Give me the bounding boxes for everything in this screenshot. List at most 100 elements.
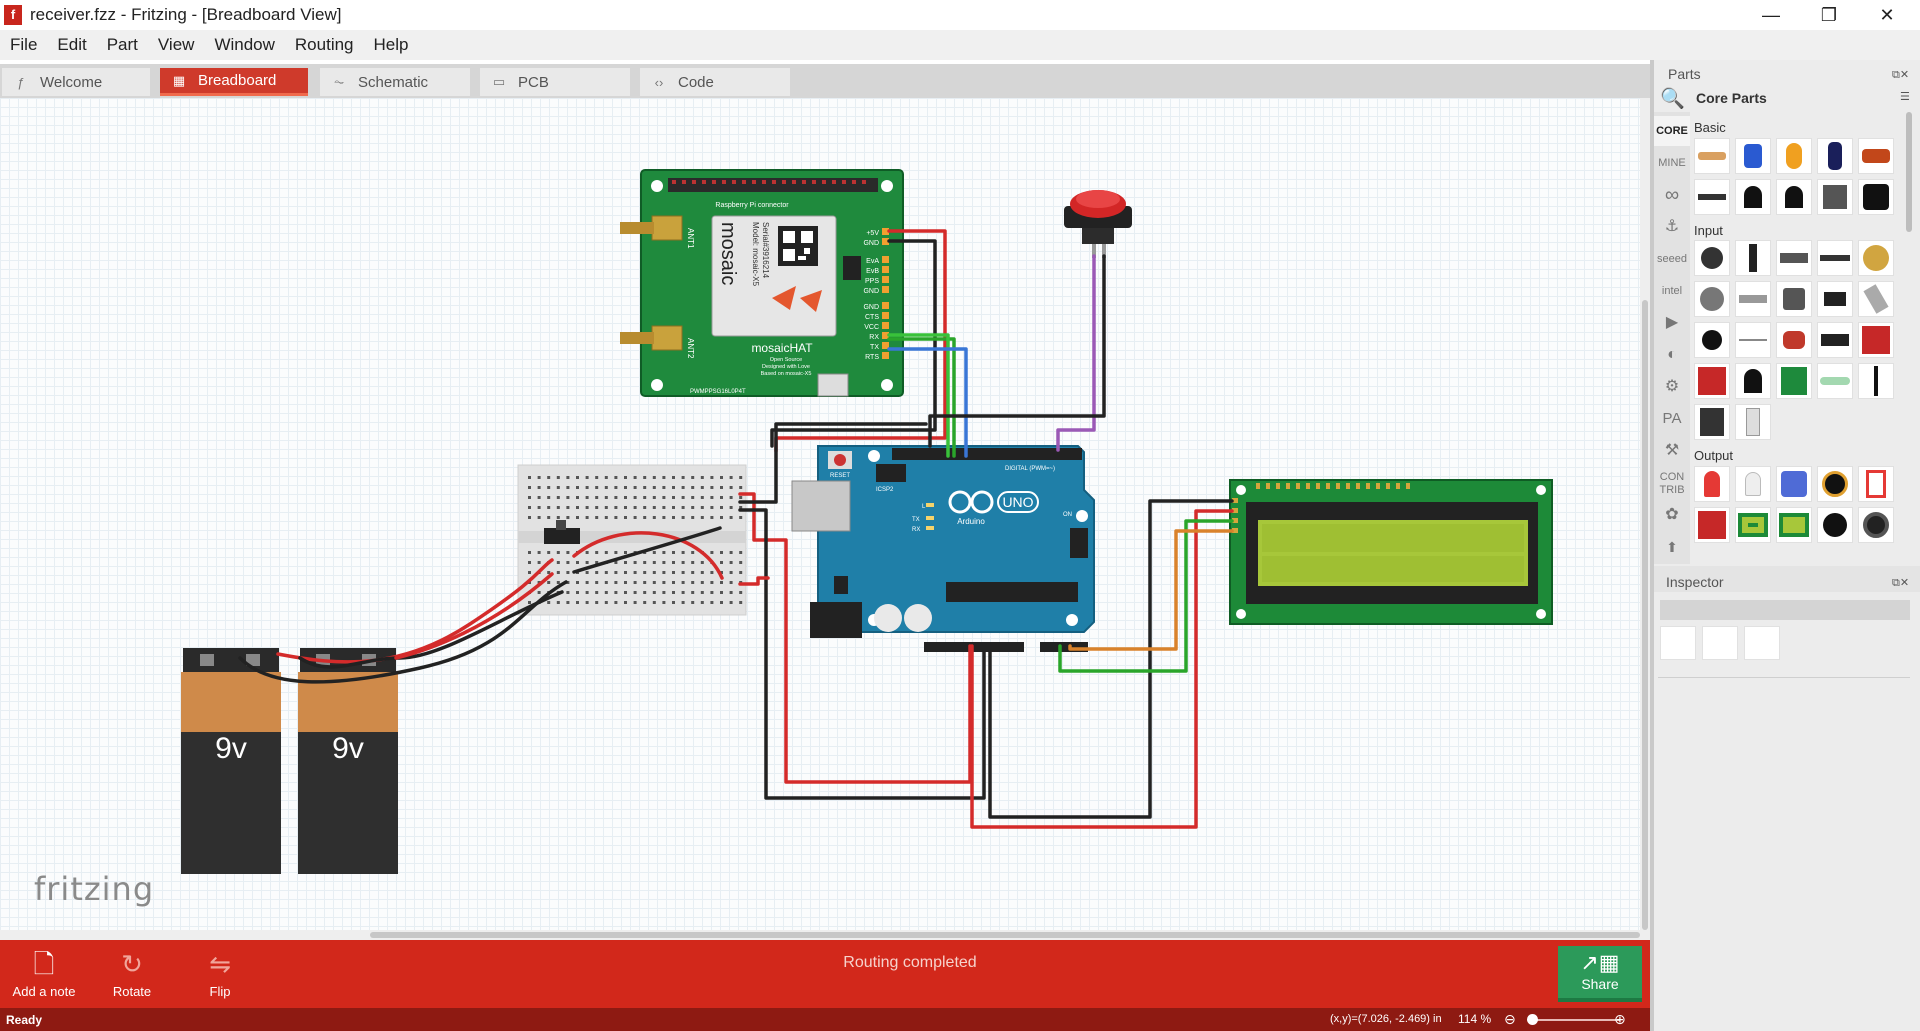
pnp-transistor-part[interactable] (1735, 179, 1771, 215)
arduino-uno[interactable]: RESET ICSP2 DIGITAL (PWM=~) L TX RX UNO … (791, 445, 1095, 652)
photocell-part[interactable] (1776, 322, 1812, 358)
flip-button[interactable]: ⇋ Flip (190, 940, 250, 1008)
bin-misc[interactable]: ✿ (1654, 500, 1690, 530)
pushbutton-part[interactable] (1776, 281, 1812, 317)
npn-transistor-part[interactable] (1776, 179, 1812, 215)
zoom-out-icon[interactable]: ⊖ (1504, 1011, 1516, 1028)
buzzer-part[interactable] (1817, 507, 1853, 543)
diode-part[interactable] (1694, 179, 1730, 215)
bin-title: Core Parts (1696, 90, 1767, 106)
bin-core[interactable]: CORE (1654, 116, 1690, 146)
menu-edit[interactable]: Edit (47, 35, 96, 55)
zoom-in-icon[interactable]: ⊕ (1614, 1011, 1626, 1028)
mystery-part[interactable] (1858, 179, 1894, 215)
add-note-button[interactable]: 🗋 Add a note (8, 940, 80, 1008)
tilt-switch-part[interactable] (1858, 281, 1894, 317)
rfid-part[interactable] (1694, 404, 1730, 440)
probe-part[interactable] (1858, 363, 1894, 399)
keypad-part[interactable] (1735, 404, 1771, 440)
potentiometer-part[interactable] (1694, 240, 1730, 276)
temperature-sensor-part[interactable] (1735, 363, 1771, 399)
minimize-button[interactable]: — (1742, 0, 1800, 30)
share-button[interactable]: ↗▦ Share (1558, 946, 1642, 1002)
menu-routing[interactable]: Routing (285, 35, 364, 55)
ceramic-capacitor-part[interactable] (1776, 138, 1812, 174)
rotary-potentiometer-part[interactable] (1735, 138, 1771, 174)
neopixel-part[interactable] (1817, 466, 1853, 502)
menu-help[interactable]: Help (364, 35, 419, 55)
zoom-slider[interactable] (1530, 1019, 1620, 1021)
bin-contrib[interactable]: CON TRIB (1654, 468, 1690, 498)
restore-button[interactable]: ❐ (1800, 0, 1858, 30)
electrolytic-capacitor-part[interactable] (1817, 138, 1853, 174)
gps-module-part[interactable] (1776, 363, 1812, 399)
white-led-part[interactable] (1735, 466, 1771, 502)
rotate-icon: ↻ (121, 949, 143, 979)
piezo-part[interactable] (1817, 363, 1853, 399)
bin-mine[interactable]: MINE (1654, 148, 1690, 178)
slide-switch-part[interactable] (1776, 240, 1812, 276)
toggle-switch-part[interactable] (1817, 281, 1853, 317)
zoom-slider-handle[interactable] (1527, 1014, 1538, 1025)
bin-lilypad[interactable]: ⚙ (1654, 372, 1690, 402)
bin-snootlab[interactable]: ⚓ (1654, 212, 1690, 242)
rotary-encoder-part[interactable] (1858, 240, 1894, 276)
menu-window[interactable]: Window (204, 35, 284, 55)
parts-float-icon[interactable]: ⧉✕ (1892, 68, 1909, 82)
power-transistor-part[interactable] (1817, 179, 1853, 215)
sensor-board-part[interactable] (1858, 322, 1894, 358)
bin-intel[interactable]: intel (1654, 276, 1690, 306)
ir-receiver-part[interactable] (1817, 322, 1853, 358)
push-button[interactable] (1064, 190, 1132, 258)
search-icon[interactable]: 🔍 (1660, 86, 1685, 111)
tab-breadboard[interactable]: ▦ Breadboard (160, 68, 308, 96)
menu-part[interactable]: Part (97, 35, 148, 55)
header-part[interactable] (1817, 240, 1853, 276)
inductor-part[interactable] (1858, 138, 1894, 174)
lcd-display[interactable] (1229, 479, 1553, 625)
oled-part[interactable] (1776, 507, 1812, 543)
speaker-part[interactable] (1858, 507, 1894, 543)
battery-left[interactable]: 9v (181, 648, 281, 874)
microphone-part[interactable] (1694, 322, 1730, 358)
rotate-button[interactable]: ↻ Rotate (100, 940, 164, 1008)
bin-playground[interactable]: ▶ (1654, 308, 1690, 338)
bin-sparkfun[interactable]: ◐ (1654, 340, 1690, 370)
resistor-part[interactable] (1694, 138, 1730, 174)
slide-potentiometer-part[interactable] (1735, 240, 1771, 276)
menu-view[interactable]: View (148, 35, 205, 55)
pin-tx-label: TX (870, 344, 879, 351)
bin-menu-icon[interactable]: ☰ (1900, 90, 1910, 103)
led-part[interactable] (1694, 466, 1730, 502)
lcd-part[interactable] (1735, 507, 1771, 543)
horizontal-scroll-thumb[interactable] (370, 932, 1640, 938)
bin-arduino[interactable]: ∞ (1654, 180, 1690, 210)
bin-seeed[interactable]: seeed (1654, 244, 1690, 274)
vertical-scroll-thumb[interactable] (1642, 300, 1648, 930)
inspector-title-field[interactable] (1660, 600, 1910, 620)
inspector-float-icon[interactable]: ⧉✕ (1892, 576, 1909, 590)
seven-segment-part[interactable] (1858, 466, 1894, 502)
mosaic-hat-board[interactable]: Raspberry Pi connector ANT1 ANT2 mosaic … (620, 169, 904, 397)
breadboard-hole (556, 486, 560, 489)
tab-pcb[interactable]: ▭ PCB (480, 68, 630, 96)
circuit-diagram[interactable]: Raspberry Pi connector ANT1 ANT2 mosaic … (0, 98, 1640, 940)
bin-tools[interactable]: ⚒ (1654, 436, 1690, 466)
tab-code[interactable]: ‹› Code (640, 68, 790, 96)
parts-scroll-thumb[interactable] (1906, 112, 1912, 232)
menu-file[interactable]: File (0, 35, 47, 55)
reed-switch-part[interactable] (1735, 281, 1771, 317)
bin-scroll[interactable]: ⬆ (1654, 532, 1690, 562)
stepper-part[interactable] (1694, 281, 1730, 317)
tab-welcome[interactable]: ƒ Welcome (2, 68, 150, 96)
breadboard-canvas[interactable]: Raspberry Pi connector ANT1 ANT2 mosaic … (0, 98, 1640, 940)
close-button[interactable]: ✕ (1858, 0, 1916, 30)
tab-label: Schematic (358, 73, 429, 91)
led-matrix-part[interactable] (1694, 507, 1730, 543)
antenna-part[interactable] (1735, 322, 1771, 358)
breadboard-hole (710, 551, 714, 554)
accelerometer-part[interactable] (1694, 363, 1730, 399)
bin-pa[interactable]: PA (1654, 404, 1690, 434)
tab-schematic[interactable]: ⏦ Schematic (320, 68, 470, 96)
rgb-led-part[interactable] (1776, 466, 1812, 502)
